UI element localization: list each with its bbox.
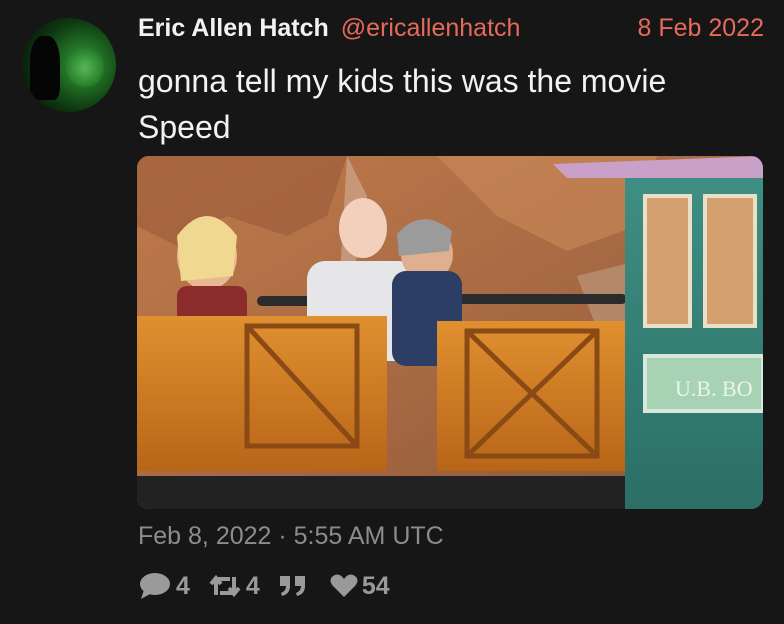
retweet-count: 4	[245, 571, 260, 600]
tweet-timestamp[interactable]: Feb 8, 2022 · 5:55 AM UTC	[138, 522, 444, 551]
retweet-icon	[209, 574, 241, 598]
avatar[interactable]	[22, 18, 116, 112]
like-stat[interactable]: 54	[330, 572, 390, 601]
sign-text: U.B. BO	[675, 376, 753, 401]
tweet-header: Eric Allen Hatch @ericallenhatch 8 Feb 2…	[138, 14, 764, 46]
tweet-image[interactable]: U.B. BO	[137, 156, 763, 509]
quote-stat[interactable]	[278, 574, 312, 598]
tweet-date-link[interactable]: 8 Feb 2022	[638, 14, 765, 43]
reply-count: 4	[176, 571, 190, 600]
tweet-text: gonna tell my kids this was the movie Sp…	[138, 58, 758, 150]
train-ride-photo: U.B. BO	[137, 156, 763, 509]
reply-stat[interactable]: 4	[138, 572, 190, 601]
tweet-card: Eric Allen Hatch @ericallenhatch 8 Feb 2…	[0, 0, 784, 624]
heart-icon	[330, 574, 358, 597]
tweet-text-line: Speed	[138, 109, 231, 145]
username-handle[interactable]: @ericallenhatch	[341, 14, 521, 43]
comment-icon	[140, 573, 170, 599]
like-count: 54	[361, 571, 390, 600]
tweet-stats: 4 4 54	[138, 570, 408, 602]
display-name[interactable]: Eric Allen Hatch	[138, 14, 329, 43]
tweet-text-line: gonna tell my kids this was the movie	[138, 63, 667, 99]
quote-icon	[279, 576, 305, 596]
retweet-stat[interactable]: 4	[208, 572, 260, 601]
